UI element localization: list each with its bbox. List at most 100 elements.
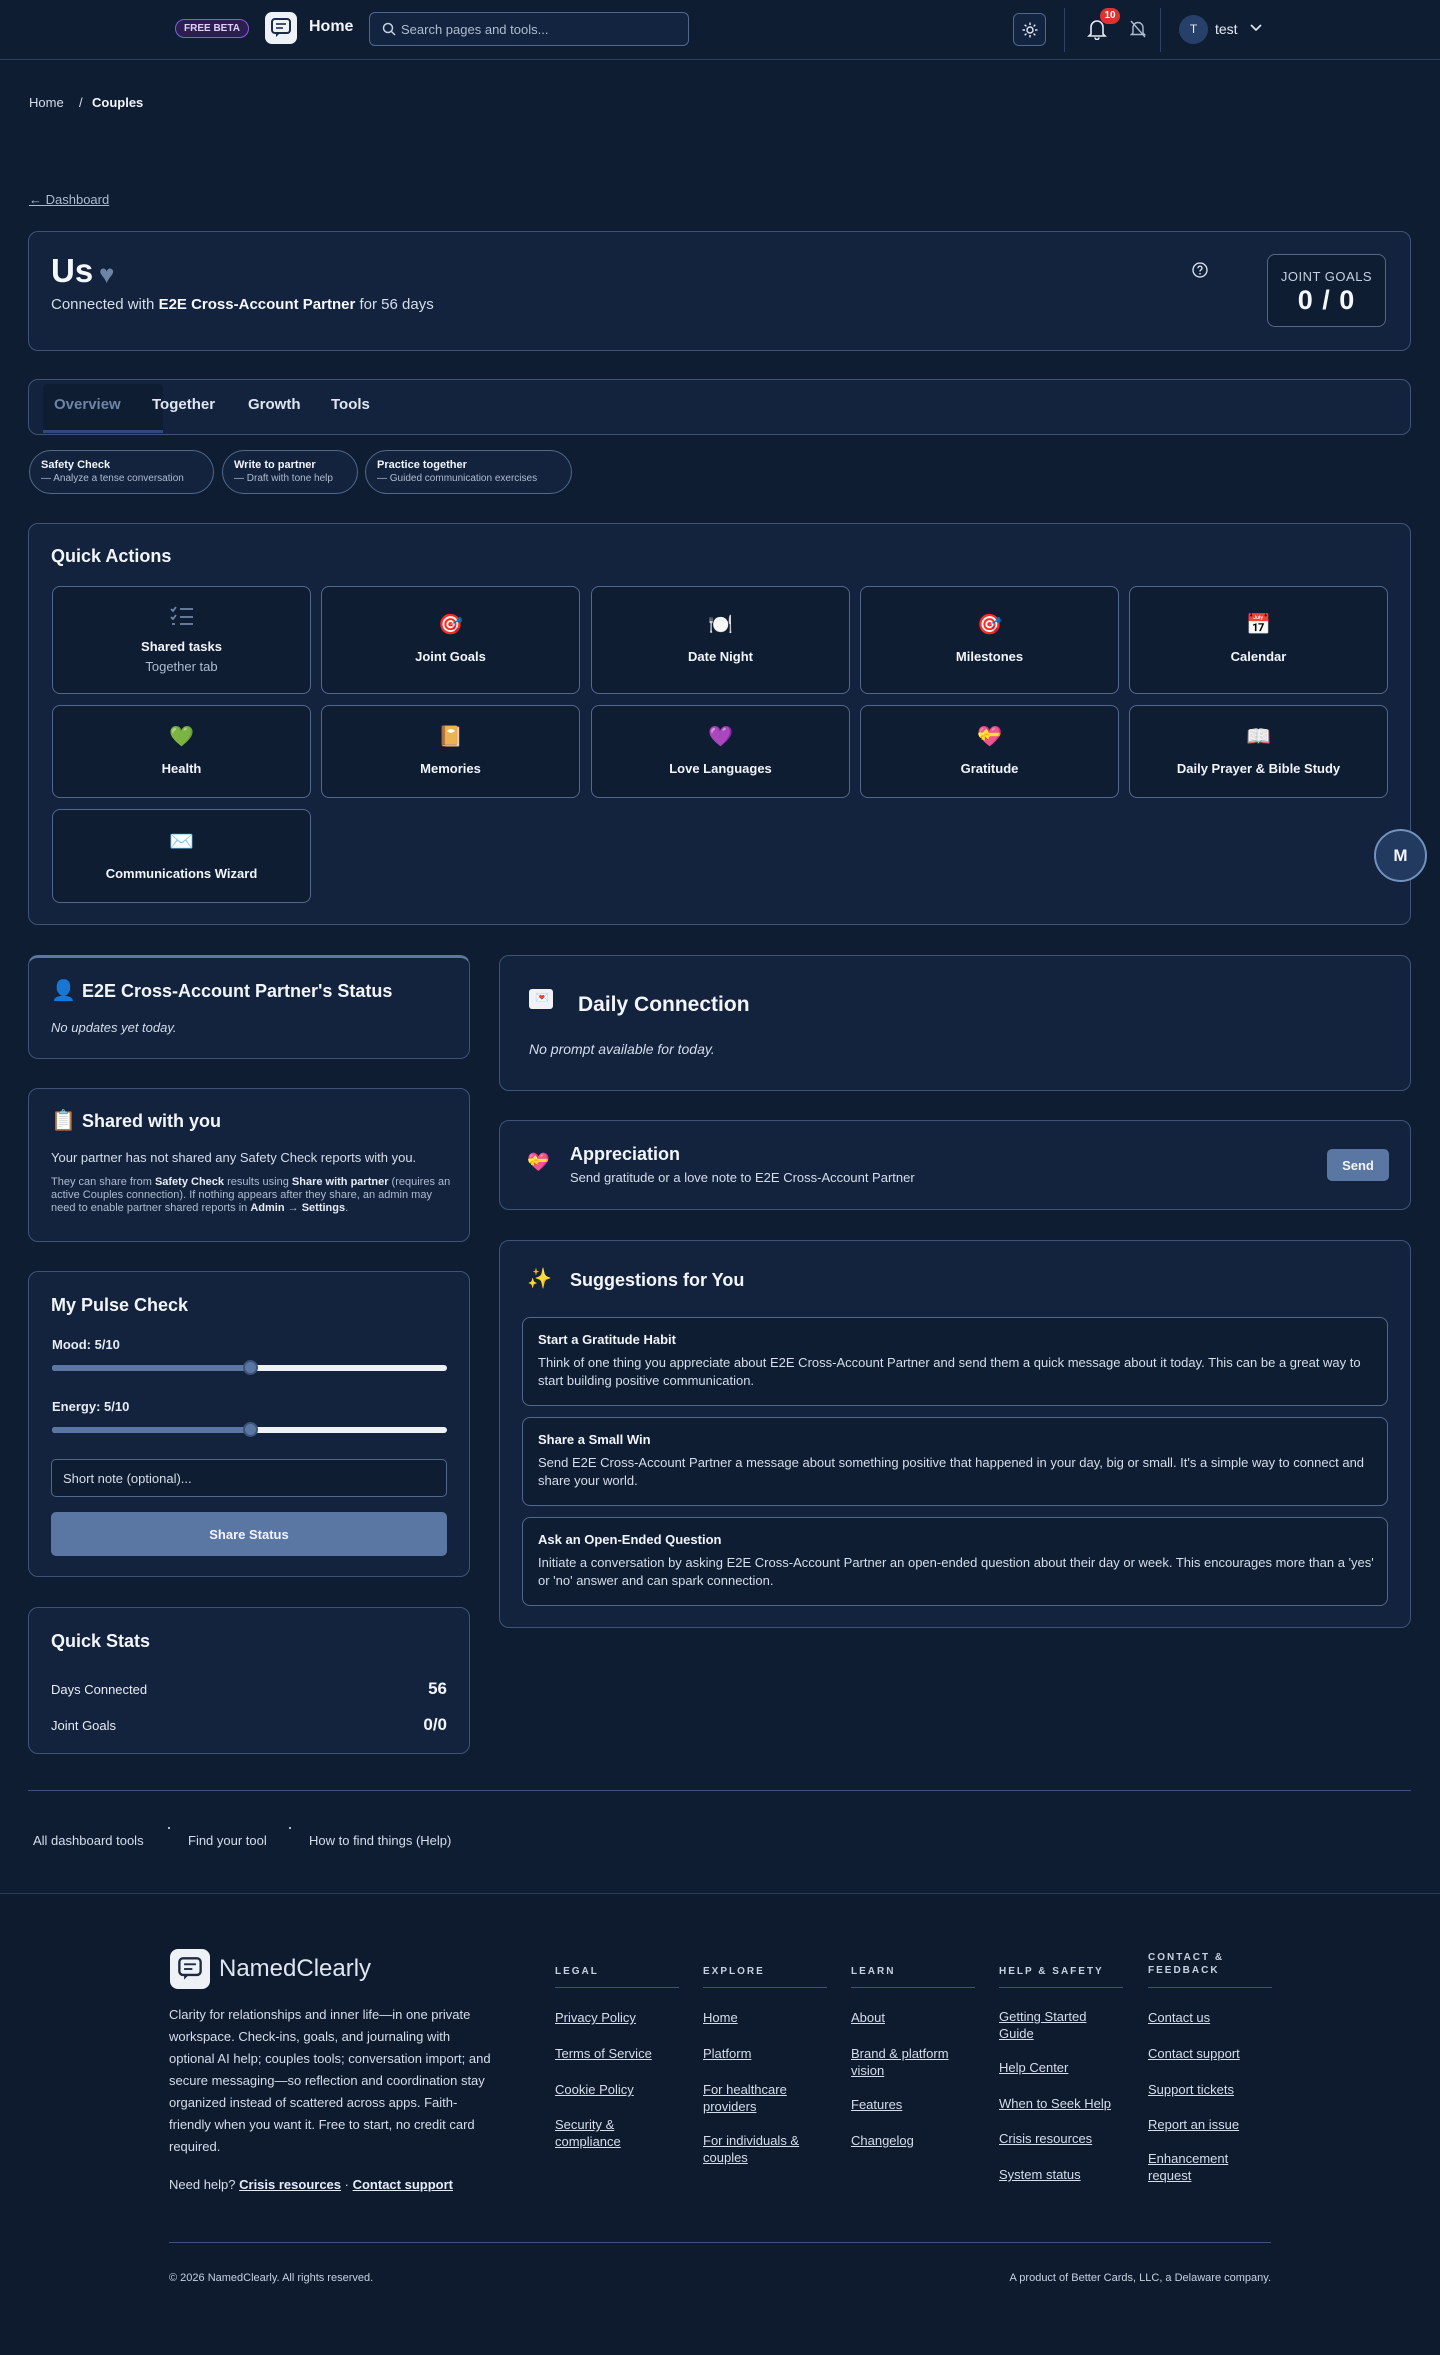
share-status-button[interactable]: Share Status (51, 1512, 447, 1556)
brand-logo-icon[interactable] (170, 1949, 210, 1989)
footer-link[interactable]: Privacy Policy (555, 2009, 679, 2026)
energy-slider-thumb[interactable] (242, 1422, 258, 1437)
joint-goals-label: JOINT GOALS (1280, 269, 1373, 284)
pill-subtitle: — Analyze a tense conversation (41, 473, 184, 484)
mood-slider[interactable] (52, 1360, 447, 1375)
daily-prayer-action[interactable]: 📖 Daily Prayer & Bible Study (1129, 705, 1388, 798)
breadcrumb-home[interactable]: Home (29, 95, 64, 110)
footer-link[interactable]: Changelog (851, 2132, 975, 2149)
footer-column-divider (555, 1987, 679, 1988)
write-to-partner-pill[interactable]: Write to partner — Draft with tone help (222, 450, 358, 494)
breadcrumb-current: Couples (92, 95, 144, 110)
checklist-icon (170, 606, 193, 625)
shared-with-you-help: They can share from Safety Check results… (51, 1176, 451, 1214)
all-dashboard-tools-link[interactable]: All dashboard tools (33, 1833, 144, 1848)
user-avatar[interactable]: T (1179, 15, 1208, 44)
communications-wizard-action[interactable]: ✉️ Communications Wizard (52, 809, 311, 903)
quick-stats-title: Quick Stats (51, 1631, 151, 1651)
footer-link[interactable]: Support tickets (1148, 2081, 1272, 2098)
pulse-check-title: My Pulse Check (51, 1295, 189, 1315)
practice-together-pill[interactable]: Practice together — Guided communication… (365, 450, 572, 494)
footer-description: Clarity for relationships and inner life… (169, 2007, 491, 2154)
bell-off-icon[interactable] (1130, 20, 1146, 38)
shared-tasks-action[interactable]: Shared tasks Together tab (52, 586, 311, 694)
search-input[interactable] (401, 13, 681, 45)
joint-goals-action[interactable]: 🎯 Joint Goals (321, 586, 580, 694)
calendar-action[interactable]: 📅 Calendar (1129, 586, 1388, 694)
footer-link[interactable]: Report an issue (1148, 2116, 1272, 2133)
tab-growth[interactable]: Growth (248, 396, 301, 413)
theme-toggle-button[interactable] (1013, 13, 1046, 46)
date-night-action[interactable]: 🍽️ Date Night (591, 586, 850, 694)
footer-link[interactable]: Terms of Service (555, 2045, 679, 2062)
footer-link[interactable]: Cookie Policy (555, 2081, 679, 2098)
beta-badge: FREE BETA (175, 19, 249, 38)
gratitude-action[interactable]: 💝 Gratitude (860, 705, 1119, 798)
footer-link[interactable]: Contact us (1148, 2009, 1272, 2026)
footer-link[interactable]: Brand & platform vision (851, 2045, 961, 2079)
green-heart-icon: 💚 (169, 726, 194, 748)
footer-link[interactable]: Help Center (999, 2059, 1123, 2076)
floating-assistant-button[interactable]: M (1374, 829, 1427, 882)
tab-overview[interactable]: Overview (54, 396, 121, 413)
footer-contact-link[interactable]: Contact support (353, 2177, 453, 2192)
help-circle-icon[interactable] (1192, 262, 1208, 278)
find-your-tool-link[interactable]: Find your tool (188, 1833, 267, 1848)
app-logo-icon[interactable] (265, 12, 297, 44)
send-appreciation-button[interactable]: Send (1327, 1149, 1389, 1181)
search-box[interactable] (369, 12, 689, 46)
health-action[interactable]: 💚 Health (52, 705, 311, 798)
footer-link[interactable]: About (851, 2009, 975, 2026)
footer-link[interactable]: For individuals & couples (703, 2132, 813, 2166)
back-to-dashboard-link[interactable]: ← Dashboard (29, 192, 109, 207)
chevron-down-icon[interactable] (1250, 24, 1262, 32)
footer-link[interactable]: Home (703, 2009, 827, 2026)
footer-link[interactable]: Features (851, 2096, 975, 2113)
link-separator (289, 1827, 291, 1829)
footer-link[interactable]: System status (999, 2166, 1123, 2183)
breadcrumb-separator: / (79, 95, 83, 110)
target-icon: 🎯 (977, 614, 1002, 636)
couple-hero-card: Us ♥ Connected with E2E Cross-Account Pa… (28, 231, 1411, 351)
user-name[interactable]: test (1215, 21, 1238, 37)
tab-together[interactable]: Together (152, 396, 215, 413)
status-note-input[interactable] (51, 1459, 447, 1497)
pulse-check-card: My Pulse Check Mood: 5/10 Energy: 5/10 S… (28, 1271, 470, 1577)
footer-link[interactable]: For healthcare providers (703, 2081, 813, 2115)
suggestion-title: Share a Small Win (538, 1432, 651, 1447)
suggestion-title: Start a Gratitude Habit (538, 1332, 676, 1347)
stat-label: Joint Goals (51, 1718, 117, 1733)
footer-link[interactable]: Platform (703, 2045, 827, 2062)
partner-status-title: E2E Cross-Account Partner's Status (82, 981, 393, 1001)
footer-link[interactable]: Enhancement request (1148, 2150, 1248, 2184)
shared-with-you-title: Shared with you (82, 1111, 222, 1131)
footer-crisis-link[interactable]: Crisis resources (239, 2177, 341, 2192)
joint-goals-summary[interactable]: JOINT GOALS 0 / 0 (1267, 254, 1386, 327)
footer-link[interactable]: Crisis resources (999, 2130, 1123, 2147)
pill-subtitle: — Draft with tone help (234, 473, 333, 484)
love-languages-action[interactable]: 💜 Love Languages (591, 705, 850, 798)
footer-link[interactable]: Security & compliance (555, 2116, 635, 2150)
energy-slider[interactable] (52, 1422, 447, 1437)
calendar-icon: 📅 (1246, 614, 1271, 636)
tab-tools[interactable]: Tools (331, 396, 370, 413)
action-label: Date Night (688, 649, 753, 664)
milestones-action[interactable]: 🎯 Milestones (860, 586, 1119, 694)
memories-action[interactable]: 📔 Memories (321, 705, 580, 798)
suggestion-item[interactable]: Ask an Open-Ended Question Initiate a co… (522, 1517, 1388, 1606)
stat-value: 0/0 (423, 1715, 447, 1734)
appreciation-title: Appreciation (570, 1144, 681, 1164)
suggestions-card: ✨ Suggestions for You Start a Gratitude … (499, 1240, 1411, 1628)
shared-with-you-card: 📋 Shared with you Your partner has not s… (28, 1088, 470, 1242)
footer-link[interactable]: When to Seek Help (999, 2095, 1123, 2112)
purple-heart-icon: 💜 (708, 726, 733, 748)
footer-link[interactable]: Contact support (1148, 2045, 1272, 2062)
footer-help: Need help? Crisis resources · Contact su… (169, 2177, 453, 2192)
suggestion-item[interactable]: Share a Small Win Send E2E Cross-Account… (522, 1417, 1388, 1506)
safety-check-pill[interactable]: Safety Check — Analyze a tense conversat… (29, 450, 214, 494)
how-to-find-things-link[interactable]: How to find things (Help) (309, 1833, 451, 1848)
mood-slider-thumb[interactable] (242, 1360, 258, 1375)
suggestion-item[interactable]: Start a Gratitude Habit Think of one thi… (522, 1317, 1388, 1406)
footer-link[interactable]: Getting Started Guide (999, 2008, 1109, 2042)
home-link[interactable]: Home (309, 18, 353, 36)
